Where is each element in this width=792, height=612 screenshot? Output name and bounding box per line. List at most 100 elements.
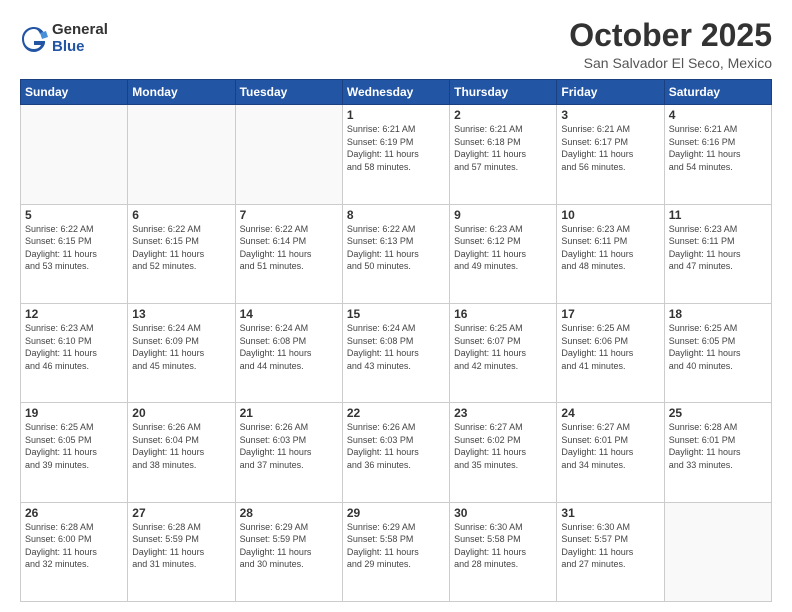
day-number: 2 <box>454 108 552 122</box>
weekday-header-monday: Monday <box>128 80 235 105</box>
day-info: Sunrise: 6:21 AM Sunset: 6:16 PM Dayligh… <box>669 123 767 173</box>
calendar-cell: 24Sunrise: 6:27 AM Sunset: 6:01 PM Dayli… <box>557 403 664 502</box>
calendar-cell: 23Sunrise: 6:27 AM Sunset: 6:02 PM Dayli… <box>450 403 557 502</box>
day-info: Sunrise: 6:25 AM Sunset: 6:07 PM Dayligh… <box>454 322 552 372</box>
day-info: Sunrise: 6:28 AM Sunset: 6:00 PM Dayligh… <box>25 521 123 571</box>
logo-general: General <box>52 22 108 39</box>
week-row-5: 26Sunrise: 6:28 AM Sunset: 6:00 PM Dayli… <box>21 502 772 601</box>
calendar-cell: 21Sunrise: 6:26 AM Sunset: 6:03 PM Dayli… <box>235 403 342 502</box>
header: General Blue October 2025 San Salvador E… <box>20 18 772 71</box>
weekday-header-row: SundayMondayTuesdayWednesdayThursdayFrid… <box>21 80 772 105</box>
calendar-cell: 9Sunrise: 6:23 AM Sunset: 6:12 PM Daylig… <box>450 204 557 303</box>
day-number: 21 <box>240 406 338 420</box>
calendar-cell: 14Sunrise: 6:24 AM Sunset: 6:08 PM Dayli… <box>235 303 342 402</box>
day-number: 10 <box>561 208 659 222</box>
page: General Blue October 2025 San Salvador E… <box>0 0 792 612</box>
day-number: 22 <box>347 406 445 420</box>
day-number: 11 <box>669 208 767 222</box>
calendar-table: SundayMondayTuesdayWednesdayThursdayFrid… <box>20 79 772 602</box>
day-number: 8 <box>347 208 445 222</box>
weekday-header-tuesday: Tuesday <box>235 80 342 105</box>
calendar-cell: 26Sunrise: 6:28 AM Sunset: 6:00 PM Dayli… <box>21 502 128 601</box>
day-info: Sunrise: 6:27 AM Sunset: 6:01 PM Dayligh… <box>561 421 659 471</box>
day-info: Sunrise: 6:22 AM Sunset: 6:14 PM Dayligh… <box>240 223 338 273</box>
weekday-header-thursday: Thursday <box>450 80 557 105</box>
day-number: 23 <box>454 406 552 420</box>
day-number: 4 <box>669 108 767 122</box>
calendar-cell: 16Sunrise: 6:25 AM Sunset: 6:07 PM Dayli… <box>450 303 557 402</box>
day-info: Sunrise: 6:26 AM Sunset: 6:04 PM Dayligh… <box>132 421 230 471</box>
day-number: 27 <box>132 506 230 520</box>
day-info: Sunrise: 6:25 AM Sunset: 6:06 PM Dayligh… <box>561 322 659 372</box>
day-info: Sunrise: 6:30 AM Sunset: 5:58 PM Dayligh… <box>454 521 552 571</box>
logo-blue: Blue <box>52 39 108 56</box>
calendar-cell: 7Sunrise: 6:22 AM Sunset: 6:14 PM Daylig… <box>235 204 342 303</box>
calendar-cell: 10Sunrise: 6:23 AM Sunset: 6:11 PM Dayli… <box>557 204 664 303</box>
calendar-cell: 15Sunrise: 6:24 AM Sunset: 6:08 PM Dayli… <box>342 303 449 402</box>
logo-icon <box>20 25 48 53</box>
day-number: 19 <box>25 406 123 420</box>
calendar-cell: 3Sunrise: 6:21 AM Sunset: 6:17 PM Daylig… <box>557 105 664 204</box>
day-number: 3 <box>561 108 659 122</box>
day-info: Sunrise: 6:22 AM Sunset: 6:15 PM Dayligh… <box>25 223 123 273</box>
day-number: 29 <box>347 506 445 520</box>
day-info: Sunrise: 6:23 AM Sunset: 6:10 PM Dayligh… <box>25 322 123 372</box>
calendar-cell: 22Sunrise: 6:26 AM Sunset: 6:03 PM Dayli… <box>342 403 449 502</box>
week-row-1: 1Sunrise: 6:21 AM Sunset: 6:19 PM Daylig… <box>21 105 772 204</box>
calendar-cell: 11Sunrise: 6:23 AM Sunset: 6:11 PM Dayli… <box>664 204 771 303</box>
day-info: Sunrise: 6:26 AM Sunset: 6:03 PM Dayligh… <box>240 421 338 471</box>
day-number: 9 <box>454 208 552 222</box>
calendar-cell: 13Sunrise: 6:24 AM Sunset: 6:09 PM Dayli… <box>128 303 235 402</box>
weekday-header-friday: Friday <box>557 80 664 105</box>
day-number: 18 <box>669 307 767 321</box>
weekday-header-saturday: Saturday <box>664 80 771 105</box>
subtitle: San Salvador El Seco, Mexico <box>569 55 772 71</box>
day-info: Sunrise: 6:29 AM Sunset: 5:59 PM Dayligh… <box>240 521 338 571</box>
day-number: 24 <box>561 406 659 420</box>
week-row-2: 5Sunrise: 6:22 AM Sunset: 6:15 PM Daylig… <box>21 204 772 303</box>
calendar-cell: 27Sunrise: 6:28 AM Sunset: 5:59 PM Dayli… <box>128 502 235 601</box>
calendar-cell <box>664 502 771 601</box>
day-number: 30 <box>454 506 552 520</box>
calendar-cell: 29Sunrise: 6:29 AM Sunset: 5:58 PM Dayli… <box>342 502 449 601</box>
day-info: Sunrise: 6:23 AM Sunset: 6:11 PM Dayligh… <box>669 223 767 273</box>
month-title: October 2025 <box>569 18 772 53</box>
calendar-cell: 1Sunrise: 6:21 AM Sunset: 6:19 PM Daylig… <box>342 105 449 204</box>
day-number: 14 <box>240 307 338 321</box>
logo: General Blue <box>20 22 108 55</box>
day-number: 16 <box>454 307 552 321</box>
calendar-cell: 28Sunrise: 6:29 AM Sunset: 5:59 PM Dayli… <box>235 502 342 601</box>
day-info: Sunrise: 6:30 AM Sunset: 5:57 PM Dayligh… <box>561 521 659 571</box>
calendar-cell: 18Sunrise: 6:25 AM Sunset: 6:05 PM Dayli… <box>664 303 771 402</box>
day-number: 5 <box>25 208 123 222</box>
day-info: Sunrise: 6:22 AM Sunset: 6:13 PM Dayligh… <box>347 223 445 273</box>
calendar-cell: 31Sunrise: 6:30 AM Sunset: 5:57 PM Dayli… <box>557 502 664 601</box>
day-info: Sunrise: 6:25 AM Sunset: 6:05 PM Dayligh… <box>25 421 123 471</box>
day-number: 13 <box>132 307 230 321</box>
day-info: Sunrise: 6:28 AM Sunset: 6:01 PM Dayligh… <box>669 421 767 471</box>
week-row-4: 19Sunrise: 6:25 AM Sunset: 6:05 PM Dayli… <box>21 403 772 502</box>
day-number: 7 <box>240 208 338 222</box>
calendar-cell <box>21 105 128 204</box>
day-number: 26 <box>25 506 123 520</box>
day-info: Sunrise: 6:29 AM Sunset: 5:58 PM Dayligh… <box>347 521 445 571</box>
day-info: Sunrise: 6:21 AM Sunset: 6:19 PM Dayligh… <box>347 123 445 173</box>
calendar-cell: 12Sunrise: 6:23 AM Sunset: 6:10 PM Dayli… <box>21 303 128 402</box>
day-info: Sunrise: 6:27 AM Sunset: 6:02 PM Dayligh… <box>454 421 552 471</box>
weekday-header-wednesday: Wednesday <box>342 80 449 105</box>
logo-text: General Blue <box>52 22 108 55</box>
day-info: Sunrise: 6:21 AM Sunset: 6:18 PM Dayligh… <box>454 123 552 173</box>
day-number: 28 <box>240 506 338 520</box>
day-number: 20 <box>132 406 230 420</box>
calendar-cell: 20Sunrise: 6:26 AM Sunset: 6:04 PM Dayli… <box>128 403 235 502</box>
day-info: Sunrise: 6:22 AM Sunset: 6:15 PM Dayligh… <box>132 223 230 273</box>
day-info: Sunrise: 6:26 AM Sunset: 6:03 PM Dayligh… <box>347 421 445 471</box>
day-info: Sunrise: 6:23 AM Sunset: 6:11 PM Dayligh… <box>561 223 659 273</box>
calendar-cell <box>128 105 235 204</box>
day-number: 17 <box>561 307 659 321</box>
day-info: Sunrise: 6:24 AM Sunset: 6:09 PM Dayligh… <box>132 322 230 372</box>
calendar-cell: 6Sunrise: 6:22 AM Sunset: 6:15 PM Daylig… <box>128 204 235 303</box>
day-info: Sunrise: 6:24 AM Sunset: 6:08 PM Dayligh… <box>240 322 338 372</box>
day-number: 31 <box>561 506 659 520</box>
day-number: 25 <box>669 406 767 420</box>
